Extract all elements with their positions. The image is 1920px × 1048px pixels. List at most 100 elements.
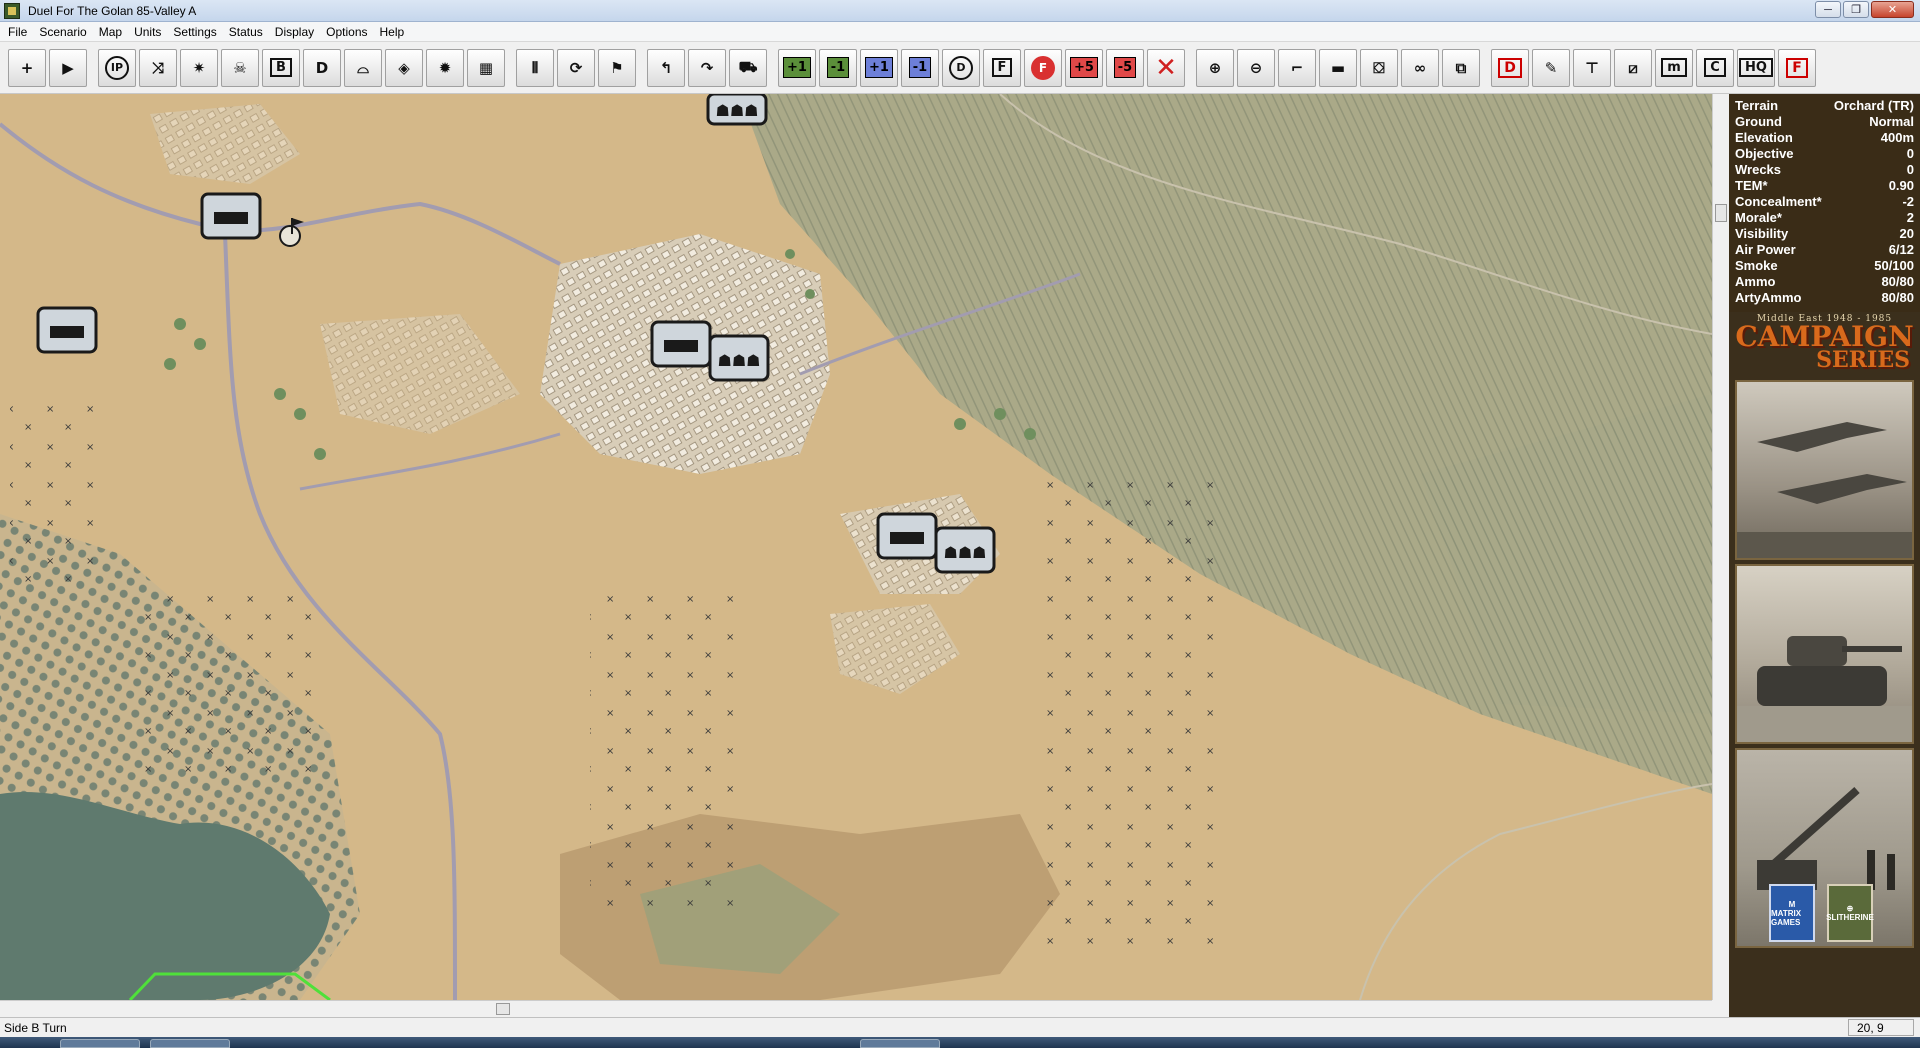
taskbar-item[interactable] <box>60 1039 140 1048</box>
menu-scenario[interactable]: Scenario <box>33 23 92 41</box>
map-vertical-scrollbar[interactable] <box>1712 94 1729 1000</box>
info-row-ammo: Ammo 80/80 <box>1735 274 1914 290</box>
menu-settings[interactable]: Settings <box>167 23 222 41</box>
skull-button[interactable]: ☠ <box>221 48 259 87</box>
vertical-scroll-thumb[interactable] <box>1715 204 1727 222</box>
menu-status[interactable]: Status <box>223 23 269 41</box>
f-red-circle-icon: F <box>1031 55 1055 80</box>
os-taskbar <box>0 1037 1920 1048</box>
map-icon: ⛋ <box>1373 58 1385 77</box>
slash-button[interactable]: ⧄ <box>1614 48 1652 87</box>
overview-icon: ⧉ <box>1455 58 1467 77</box>
minefield-west <box>10 394 100 594</box>
blue-plus-one-button[interactable]: +1 <box>860 48 898 87</box>
fire-paths-button[interactable]: ✷ <box>180 48 218 87</box>
terrain-button[interactable]: ⌐ <box>1278 48 1316 87</box>
arc-button[interactable]: ⌓ <box>344 48 382 87</box>
hq-button[interactable]: HQ <box>1737 48 1775 87</box>
unit-button[interactable]: ▬ <box>1319 48 1357 87</box>
plus-five-icon: +5 <box>1070 57 1098 78</box>
terrain-info-panel: Terrain Orchard (TR) Ground Normal Elevati… <box>1729 94 1920 312</box>
plus-one-icon: +1 <box>783 57 811 78</box>
f-box-button[interactable]: F <box>983 48 1021 87</box>
vehicle-icon: ⛟ <box>738 57 758 76</box>
explosion-button[interactable]: ✹ <box>426 48 464 87</box>
matrix-label: MATRIX GAMES <box>1771 908 1802 927</box>
vehicle-button[interactable]: ⛟ <box>729 48 767 87</box>
info-row-morale: Morale* 2 <box>1735 210 1914 226</box>
green-minus-one-button[interactable]: -1 <box>819 48 857 87</box>
red-plus-five-button[interactable]: +5 <box>1065 48 1103 87</box>
info-value: -2 <box>1902 194 1914 209</box>
unit-counter-infantry-village[interactable]: ☗☗☗ <box>934 526 996 574</box>
red-minus-five-button[interactable]: -5 <box>1106 48 1144 87</box>
org-chart-button[interactable]: ⊤ <box>1573 48 1611 87</box>
menu-file[interactable]: File <box>2 23 33 41</box>
info-label: Visibility <box>1735 226 1789 241</box>
crosshair-tool[interactable]: + <box>8 48 46 87</box>
info-value: 2 <box>1906 210 1914 225</box>
unit-counter-infantry-town[interactable]: ☗☗☗ <box>708 334 770 382</box>
unit-counter-tank-village[interactable] <box>876 512 938 560</box>
restore-button[interactable]: ❐ <box>1843 1 1869 18</box>
close-button[interactable]: ✕ <box>1871 1 1914 18</box>
rotate-button[interactable]: ⟳ <box>557 48 595 87</box>
f-red-box-button[interactable]: F <box>1778 48 1816 87</box>
d-hex-button[interactable]: D <box>303 48 341 87</box>
bridge-button[interactable]: ⫴ <box>516 48 554 87</box>
cancel-icon: ✕ <box>1155 52 1177 83</box>
d-red-box-button[interactable]: D <box>1491 48 1529 87</box>
taskbar-item[interactable] <box>860 1039 940 1048</box>
pencil-button[interactable]: ✎ <box>1532 48 1570 87</box>
hex-target-button[interactable]: ◈ <box>385 48 423 87</box>
play-icon: ▶ <box>62 58 74 77</box>
rotate-icon: ⟳ <box>569 58 583 77</box>
zoom-out-button[interactable]: ⊖ <box>1237 48 1275 87</box>
f-red-circle-button[interactable]: F <box>1024 48 1062 87</box>
info-label: Elevation <box>1735 130 1793 145</box>
c-button[interactable]: C <box>1696 48 1734 87</box>
m-button[interactable]: m <box>1655 48 1693 87</box>
menu-help[interactable]: Help <box>374 23 411 41</box>
unit-counter-tank-west[interactable] <box>36 306 98 354</box>
map-horizontal-scrollbar[interactable] <box>0 1000 1712 1017</box>
game-map[interactable]: × × <box>0 94 1712 1000</box>
unit-counter-infantry-north[interactable]: ☗☗☗ <box>706 94 768 126</box>
cancel-button[interactable]: ✕ <box>1147 48 1185 87</box>
m-icon: m <box>1661 58 1687 77</box>
zoom-in-button[interactable]: ⊕ <box>1196 48 1234 87</box>
info-value: 6/12 <box>1888 242 1914 257</box>
turn-right-button[interactable]: ↷ <box>688 48 726 87</box>
slash-icon: ⧄ <box>1628 58 1638 77</box>
menu-map[interactable]: Map <box>93 23 128 41</box>
ip-button[interactable]: IP <box>98 48 136 87</box>
flag-button[interactable]: ⚑ <box>598 48 636 87</box>
unit-counter-tank-town[interactable] <box>650 320 712 368</box>
info-value: 50/100 <box>1874 258 1914 273</box>
horizontal-scroll-thumb[interactable] <box>496 1003 510 1015</box>
binoculars-button[interactable]: ∞ <box>1401 48 1439 87</box>
info-value: 0 <box>1906 162 1914 177</box>
info-label: Ground <box>1735 114 1782 129</box>
minimize-button[interactable]: ─ <box>1815 1 1841 18</box>
menu-display[interactable]: Display <box>269 23 320 41</box>
blue-minus-one-button[interactable]: -1 <box>901 48 939 87</box>
d-hex-icon: D <box>315 58 329 77</box>
mine-button[interactable]: ▦ <box>467 48 505 87</box>
info-row-arty-ammo: ArtyAmmo 80/80 <box>1735 290 1914 306</box>
menu-options[interactable]: Options <box>320 23 373 41</box>
turn-left-icon: ↰ <box>659 58 673 77</box>
green-plus-one-button[interactable]: +1 <box>778 48 816 87</box>
move-paths-button[interactable]: ⤨ <box>139 48 177 87</box>
terrain-icon: ⌐ <box>1290 58 1304 77</box>
taskbar-item[interactable] <box>150 1039 230 1048</box>
b-button[interactable]: B <box>262 48 300 87</box>
play-button[interactable]: ▶ <box>49 48 87 87</box>
overview-button[interactable]: ⧉ <box>1442 48 1480 87</box>
d-circle-button[interactable]: D <box>942 48 980 87</box>
menu-units[interactable]: Units <box>128 23 167 41</box>
unit-counter-tank-northwest[interactable] <box>200 192 262 240</box>
minefield-east <box>1040 474 1220 954</box>
map-button[interactable]: ⛋ <box>1360 48 1398 87</box>
turn-left-button[interactable]: ↰ <box>647 48 685 87</box>
